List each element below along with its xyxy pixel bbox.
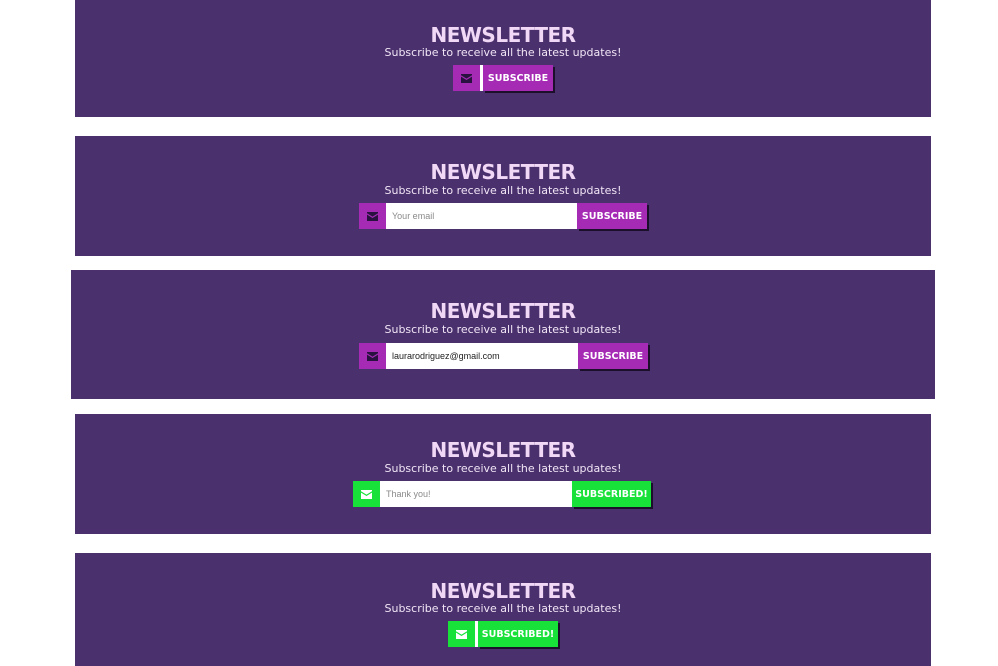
newsletter-title: NEWSLETTER: [430, 579, 576, 603]
newsletter-panel-success: NEWSLETTER Subscribe to receive all the …: [75, 414, 931, 534]
newsletter-title: NEWSLETTER: [430, 299, 576, 323]
email-input[interactable]: [380, 481, 572, 507]
subscribe-form: SUBSCRIBED!: [448, 621, 558, 647]
subscribe-form: SUBSCRIBE: [359, 203, 647, 229]
newsletter-subtitle: Subscribe to receive all the latest upda…: [384, 46, 622, 59]
newsletter-subtitle: Subscribe to receive all the latest upda…: [384, 184, 622, 197]
subscribe-form: SUBSCRIBE: [359, 343, 648, 369]
newsletter-panel-collapsed-success: NEWSLETTER Subscribe to receive all the …: [75, 553, 931, 666]
envelope-icon: [359, 343, 386, 369]
newsletter-subtitle: Subscribe to receive all the latest upda…: [384, 323, 622, 336]
email-input[interactable]: [386, 343, 578, 369]
newsletter-panel-expanded: NEWSLETTER Subscribe to receive all the …: [75, 136, 931, 256]
newsletter-title: NEWSLETTER: [430, 438, 576, 462]
subscribe-button[interactable]: SUBSCRIBE: [578, 343, 648, 369]
envelope-icon: [448, 621, 475, 647]
newsletter-subtitle: Subscribe to receive all the latest upda…: [384, 602, 622, 615]
email-input[interactable]: [386, 203, 577, 229]
newsletter-title: NEWSLETTER: [430, 23, 576, 47]
subscribed-button[interactable]: SUBSCRIBED!: [478, 621, 558, 647]
newsletter-panel-collapsed: NEWSLETTER Subscribe to receive all the …: [75, 0, 931, 117]
envelope-icon: [453, 65, 480, 91]
newsletter-panel-filled: NEWSLETTER Subscribe to receive all the …: [71, 270, 935, 399]
subscribed-button[interactable]: SUBSCRIBED!: [572, 481, 651, 507]
subscribe-form: SUBSCRIBED!: [353, 481, 651, 507]
newsletter-title: NEWSLETTER: [430, 160, 576, 184]
newsletter-subtitle: Subscribe to receive all the latest upda…: [384, 462, 622, 475]
subscribe-button[interactable]: SUBSCRIBE: [483, 65, 553, 91]
envelope-icon: [353, 481, 380, 507]
subscribe-button[interactable]: SUBSCRIBE: [577, 203, 647, 229]
envelope-icon: [359, 203, 386, 229]
subscribe-form: SUBSCRIBE: [453, 65, 553, 91]
